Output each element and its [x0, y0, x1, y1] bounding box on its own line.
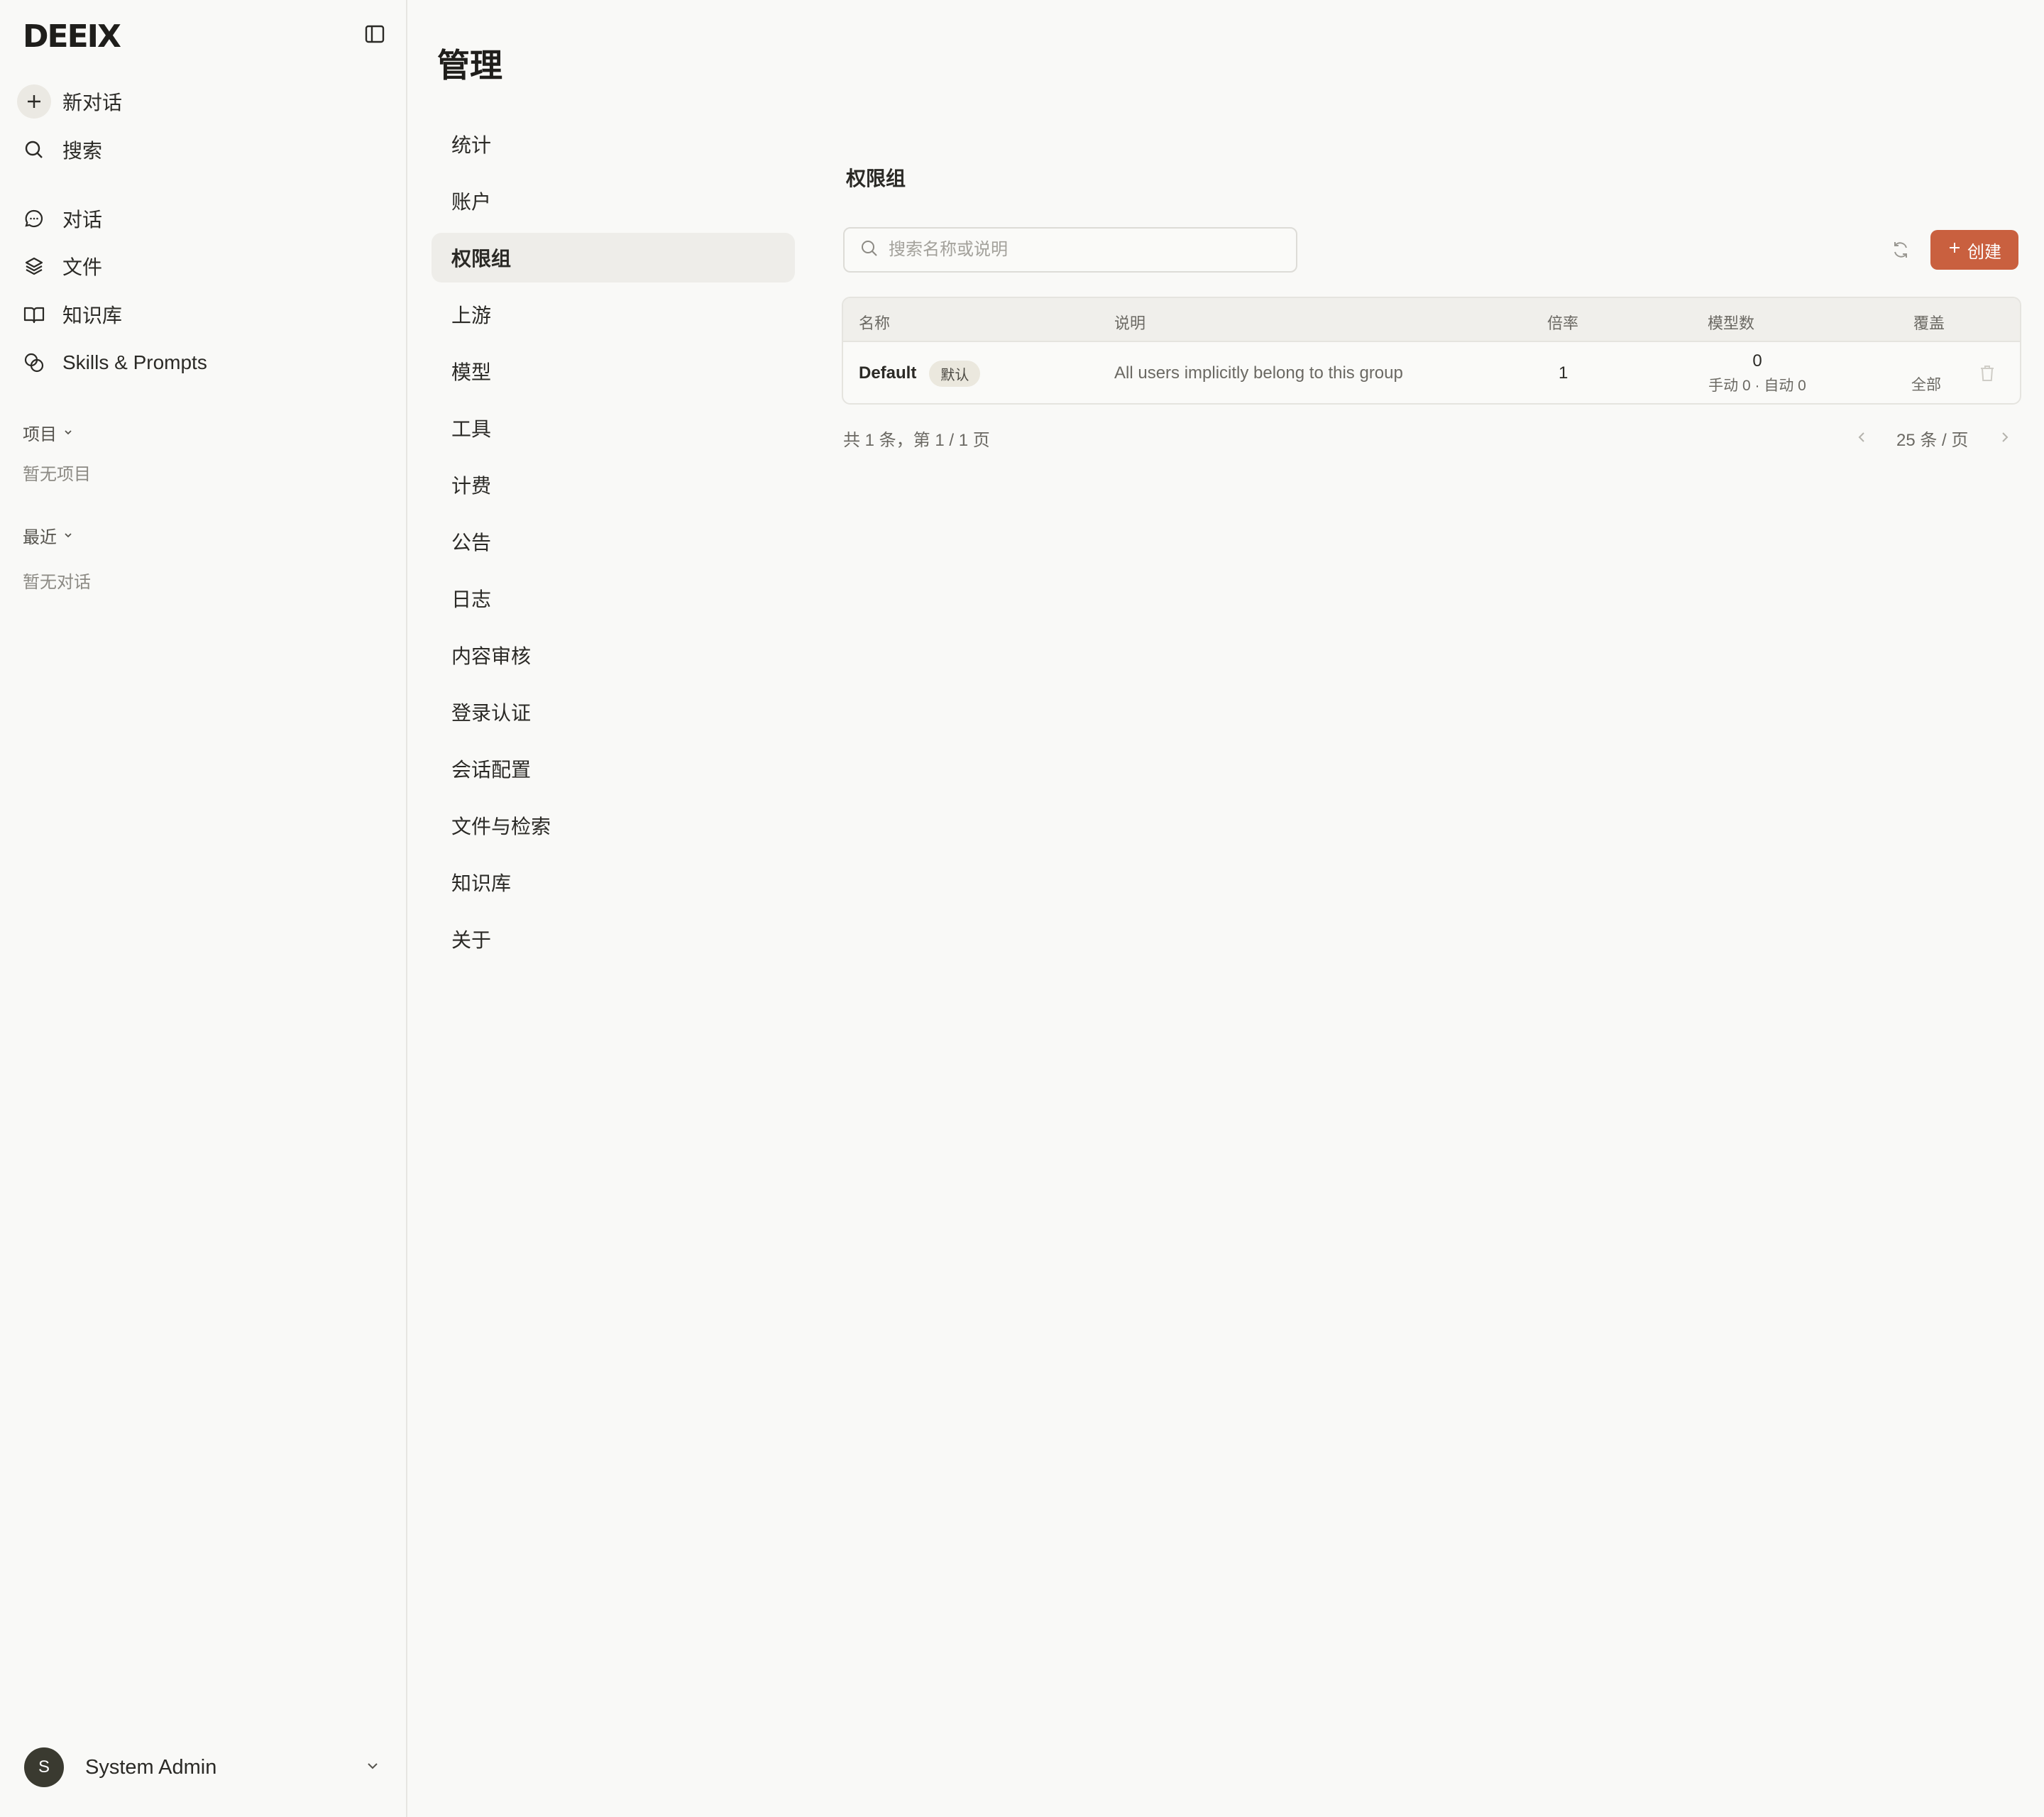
admin-nav-label: 账户 — [451, 191, 492, 213]
delete-icon[interactable] — [1979, 342, 1996, 403]
sidebar: DEEIX 新对话 搜索 对话 文件 知识库 Skills & Prompts … — [0, 0, 407, 1817]
search-input[interactable] — [889, 240, 1296, 260]
admin-nav: 统计 账户 权限组 上游 模型 工具 计费 公告 日志 内容审核 登录认证 会话… — [432, 119, 795, 971]
cell-models: 0 手动 0 · 自动 0 — [1678, 342, 1837, 403]
avatar: S — [24, 1747, 64, 1787]
admin-nav-label: 工具 — [451, 418, 492, 440]
admin-nav-label: 会话配置 — [451, 759, 532, 781]
column-header-name[interactable]: 名称 — [859, 311, 890, 334]
projects-empty: 暂无项目 — [23, 465, 91, 484]
content-title: 权限组 — [846, 168, 906, 190]
admin-nav-label: 上游 — [451, 304, 492, 326]
sidebar-item-label: 文件 — [62, 256, 103, 278]
admin-nav-item[interactable]: 公告 — [432, 517, 795, 566]
admin-nav-item[interactable]: 日志 — [432, 573, 795, 623]
admin-nav-item[interactable]: 登录认证 — [432, 687, 795, 737]
user-name: System Admin — [85, 1755, 217, 1779]
recent-empty: 暂无对话 — [23, 573, 91, 592]
new-chat-button[interactable]: 新对话 — [17, 82, 386, 121]
admin-nav-item[interactable]: 内容审核 — [432, 630, 795, 680]
sidebar-toggle-icon[interactable] — [363, 23, 386, 45]
admin-nav-item[interactable]: 知识库 — [432, 857, 795, 907]
admin-nav-item[interactable]: 账户 — [432, 176, 795, 226]
chevron-down-icon — [365, 1758, 380, 1777]
sidebar-item-label: 知识库 — [62, 304, 123, 326]
sidebar-item-files[interactable]: 文件 — [17, 246, 386, 286]
projects-section-toggle[interactable]: 项目 — [23, 420, 74, 445]
prev-page-icon[interactable] — [1854, 429, 1871, 446]
admin-nav-label: 公告 — [451, 532, 492, 554]
search-icon — [17, 133, 51, 167]
cell-desc: All users implicitly belong to this grou… — [1114, 363, 1403, 383]
admin-nav-label: 知识库 — [451, 872, 512, 894]
search-icon — [860, 239, 879, 261]
recent-section-toggle[interactable]: 最近 — [23, 523, 74, 548]
column-header-rate[interactable]: 倍率 — [1547, 311, 1578, 334]
create-label: 创建 — [1967, 242, 2001, 262]
user-menu[interactable]: S System Admin — [24, 1746, 386, 1789]
create-button[interactable]: 创建 — [1930, 230, 2018, 270]
admin-nav-label: 模型 — [451, 361, 492, 383]
cell-rate: 1 — [1559, 363, 1568, 383]
cell-cover: 全部 — [1911, 377, 1941, 393]
admin-nav-item-active[interactable]: 权限组 — [432, 233, 795, 282]
models-count: 0 — [1752, 351, 1762, 370]
cell-name: Default 默认 — [859, 342, 981, 403]
page-title: 管理 — [437, 47, 502, 84]
models-detail: 手动 0 · 自动 0 — [1708, 378, 1806, 394]
search-button[interactable]: 搜索 — [17, 130, 386, 170]
admin-nav-label: 权限组 — [451, 248, 512, 270]
plus-icon — [1947, 240, 1962, 260]
admin-nav-item[interactable]: 统计 — [432, 119, 795, 169]
admin-nav-item[interactable]: 计费 — [432, 460, 795, 510]
column-header-models[interactable]: 模型数 — [1708, 311, 1754, 334]
default-badge: 默认 — [929, 360, 981, 387]
refresh-icon[interactable] — [1888, 237, 1913, 263]
table-header: 名称 说明 倍率 模型数 覆盖 — [843, 298, 2020, 342]
recent-label: 最近 — [23, 528, 57, 547]
admin-nav-label: 计费 — [451, 475, 492, 497]
next-page-icon[interactable] — [1996, 429, 2013, 446]
admin-nav-item[interactable]: 会话配置 — [432, 744, 795, 794]
page-size-select[interactable]: 25 条 / 页 — [1896, 426, 1968, 451]
sidebar-item-label: Skills & Prompts — [62, 351, 207, 373]
admin-nav-label: 关于 — [451, 929, 492, 951]
table-row[interactable]: Default 默认 All users implicitly belong t… — [843, 342, 2020, 403]
skills-icon — [17, 346, 51, 380]
admin-nav-label: 内容审核 — [451, 645, 532, 667]
admin-nav-item[interactable]: 关于 — [432, 914, 795, 964]
column-header-cover[interactable]: 覆盖 — [1913, 311, 1945, 334]
sidebar-item-knowledge[interactable]: 知识库 — [17, 295, 386, 334]
chevron-down-icon — [62, 423, 74, 443]
pagination-summary: 共 1 条，第 1 / 1 页 — [843, 431, 990, 450]
projects-label: 项目 — [23, 425, 57, 444]
admin-nav-label: 统计 — [451, 134, 492, 156]
layers-icon — [17, 249, 51, 283]
admin-nav-label: 文件与检索 — [451, 816, 551, 838]
chat-icon — [17, 202, 51, 236]
chevron-down-icon — [62, 526, 74, 546]
book-icon — [17, 297, 51, 331]
plus-icon — [17, 84, 51, 119]
admin-nav-label: 登录认证 — [451, 702, 532, 724]
sidebar-item-label: 对话 — [62, 209, 103, 231]
admin-nav-item[interactable]: 模型 — [432, 346, 795, 396]
sidebar-item-skills[interactable]: Skills & Prompts — [17, 343, 386, 383]
app-logo[interactable]: DEEIX — [23, 18, 121, 55]
admin-nav-item[interactable]: 文件与检索 — [432, 801, 795, 850]
column-header-desc[interactable]: 说明 — [1114, 311, 1145, 334]
new-chat-label: 新对话 — [62, 92, 123, 114]
admin-nav-label: 日志 — [451, 588, 492, 610]
group-name: Default — [859, 363, 917, 383]
search-field[interactable] — [843, 227, 1297, 273]
search-label: 搜索 — [62, 140, 103, 162]
sidebar-item-chat[interactable]: 对话 — [17, 199, 386, 238]
admin-nav-item[interactable]: 上游 — [432, 290, 795, 339]
groups-table: 名称 说明 倍率 模型数 覆盖 Default 默认 All users imp… — [842, 297, 2021, 405]
admin-nav-item[interactable]: 工具 — [432, 403, 795, 453]
